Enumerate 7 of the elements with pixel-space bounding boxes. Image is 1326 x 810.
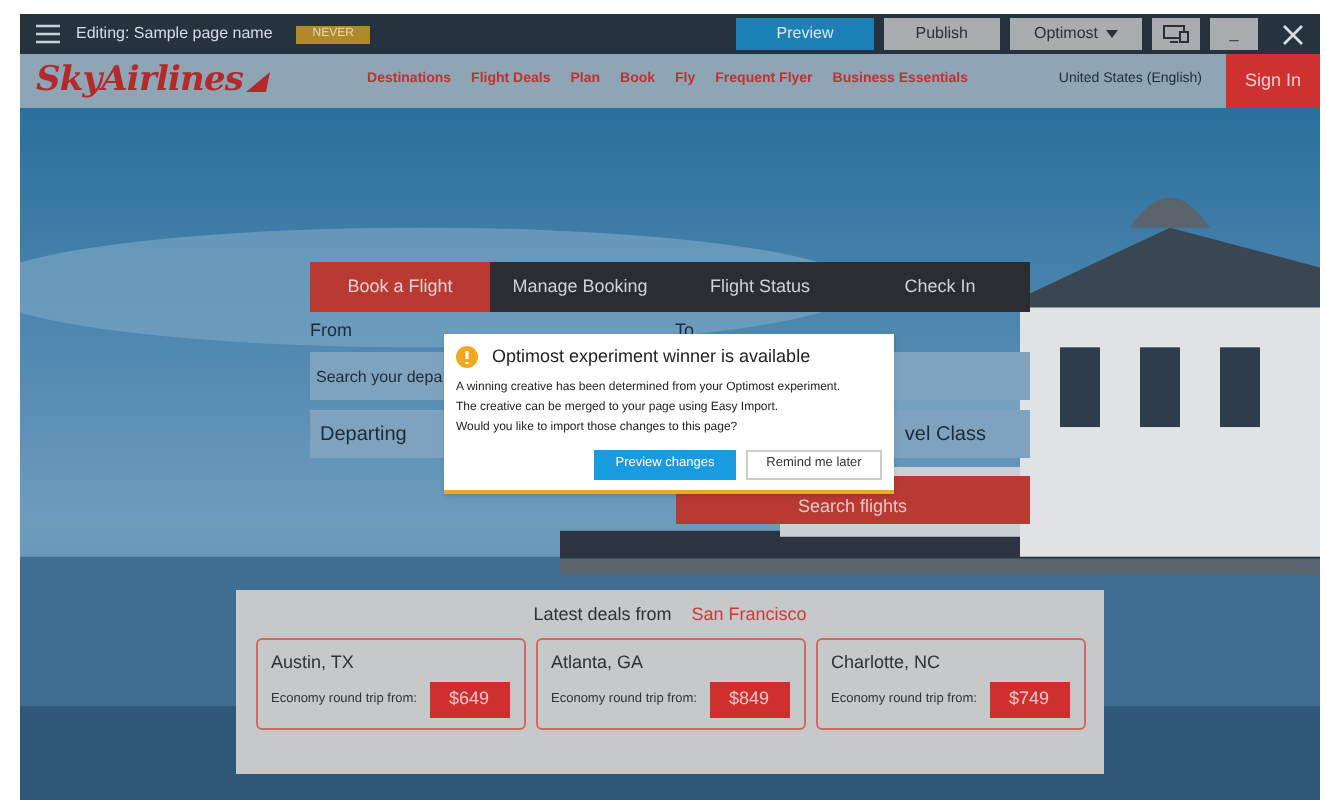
deal-destination: Charlotte, NC <box>831 649 943 675</box>
deal-destination: Atlanta, GA <box>551 649 646 675</box>
page-title: Editing: Sample page name <box>76 22 273 46</box>
deal-destination: Austin, TX <box>271 649 356 675</box>
dialog-title: Optimost experiment winner is available <box>492 344 811 370</box>
from-label: From <box>310 318 354 342</box>
deals-heading: Latest deals from <box>533 602 672 628</box>
